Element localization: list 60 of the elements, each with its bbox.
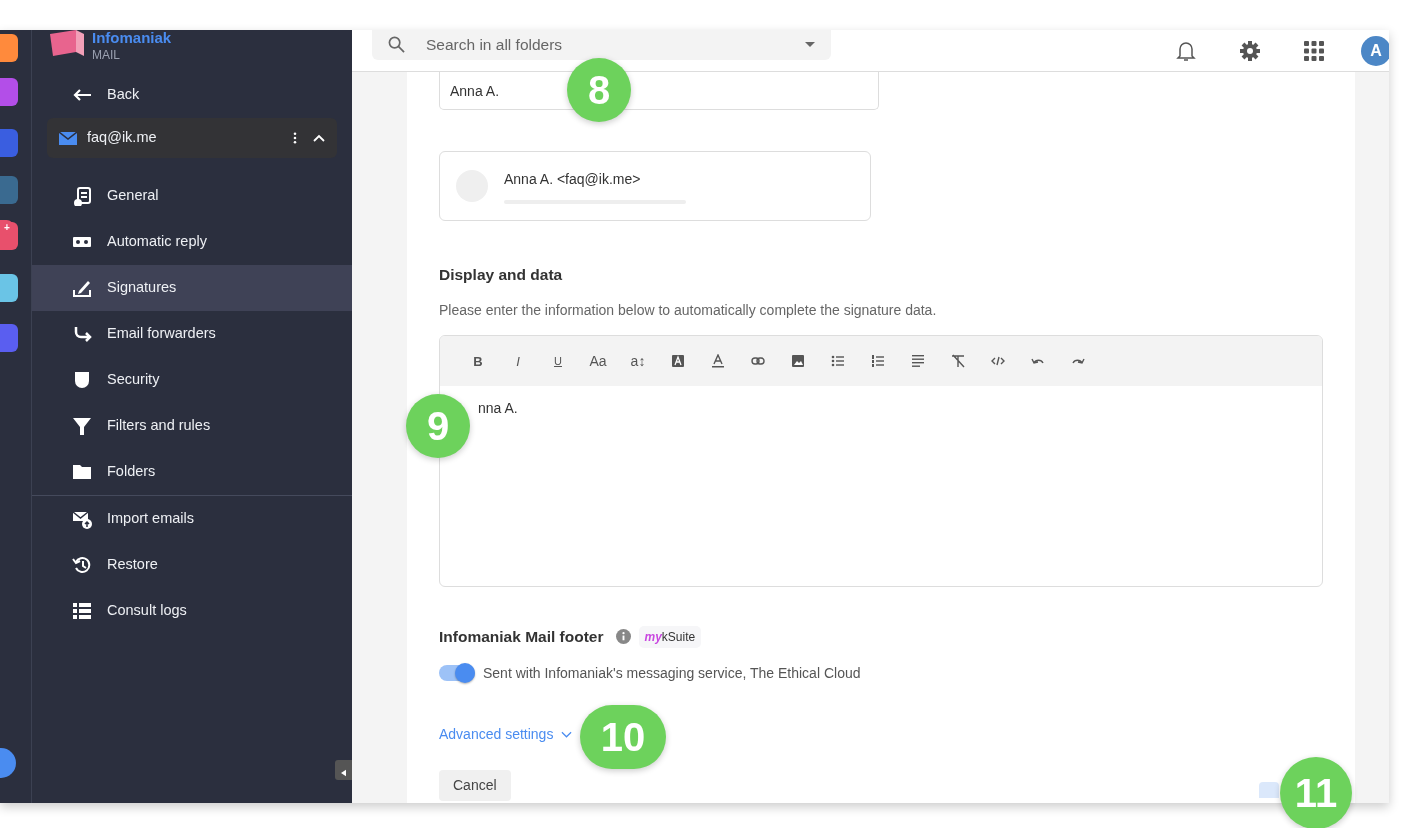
shield-icon [72,370,92,390]
section-description: Please enter the information below to automatically complete the signature data. [439,301,938,321]
align-icon [911,354,925,369]
toggle-switch[interactable] [439,665,475,681]
search-icon [388,36,405,53]
toolbar-button[interactable]: Aa [578,346,618,377]
toolbar-button[interactable]: I [498,346,538,377]
back-link[interactable]: Back [32,72,352,118]
toggle-label: Sent with Infomaniak's messaging service, The Ethical Cloud [483,663,861,683]
ksuite-badge: mykSuite [638,625,702,648]
account-email: faq@ik.me [87,128,158,148]
folder-icon [72,462,92,482]
toolbar-button[interactable]: U [538,346,578,377]
dropdown-caret-icon[interactable] [805,42,815,47]
bullet-list-icon [831,354,845,369]
envelope-logo-icon [50,30,84,56]
info-icon[interactable] [615,629,631,645]
numbered-list-icon [871,354,885,369]
user-avatar[interactable]: A [1361,35,1389,66]
section-title: Infomaniak Mail footer [439,627,604,648]
app-grid-icon[interactable] [1303,39,1325,62]
sidebar-item[interactable]: Security [32,357,352,403]
sender-text: Anna A. <faq@ik.me> [504,169,642,189]
more-icon[interactable] [293,132,297,144]
forward-arrow-icon [72,324,92,344]
chevron-up-icon[interactable] [313,134,325,142]
sidebar-item[interactable]: Import emails [32,496,352,542]
highlight-icon [671,354,685,369]
pen-icon [72,278,92,298]
section-title: Display and data [439,265,564,285]
search-field[interactable]: Search in all folders [372,30,831,60]
sidebar-item[interactable]: Consult logs [32,588,352,634]
clear-format-icon [951,354,965,369]
toolbar-button[interactable]: a↕ [618,346,658,377]
funnel-icon [72,416,92,436]
document-icon [72,186,92,206]
account-row[interactable]: faq@ik.me [47,118,337,158]
product-label: MAIL [92,47,121,64]
sidebar-item[interactable]: Email forwarders [32,311,352,357]
editor-text: nna A. [477,399,519,419]
sidebar-item[interactable]: General [32,173,352,219]
bell-icon[interactable] [1175,39,1197,62]
sidebar-item[interactable]: Restore [32,542,352,588]
history-icon [72,555,92,575]
sidebar-item[interactable]: Signatures [32,265,352,311]
envelope-icon [59,131,77,145]
image-icon [791,354,805,369]
settings-icon[interactable] [1239,39,1261,62]
envelope-upload-icon [72,509,92,529]
sidebar-item[interactable]: Automatic reply [32,219,352,265]
app-name: Infomaniak [92,30,172,46]
cancel-button[interactable]: Cancel [439,769,511,801]
caret-left-icon [341,768,346,777]
sidebar-item[interactable]: Filters and rules [32,403,352,449]
list-icon [72,601,92,621]
toolbar-button[interactable]: B [458,346,498,377]
text-color-icon [711,354,725,369]
collapse-handle[interactable] [335,760,352,780]
sidebar-item[interactable]: Folders [32,449,352,495]
chevron-down-icon [561,730,573,738]
